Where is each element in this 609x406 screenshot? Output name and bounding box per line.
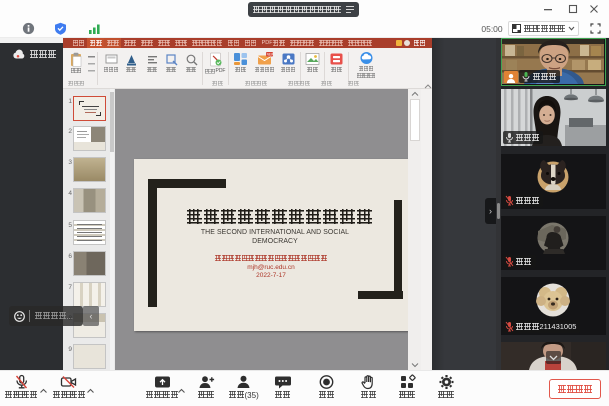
svg-text:NEW: NEW <box>266 52 272 56</box>
